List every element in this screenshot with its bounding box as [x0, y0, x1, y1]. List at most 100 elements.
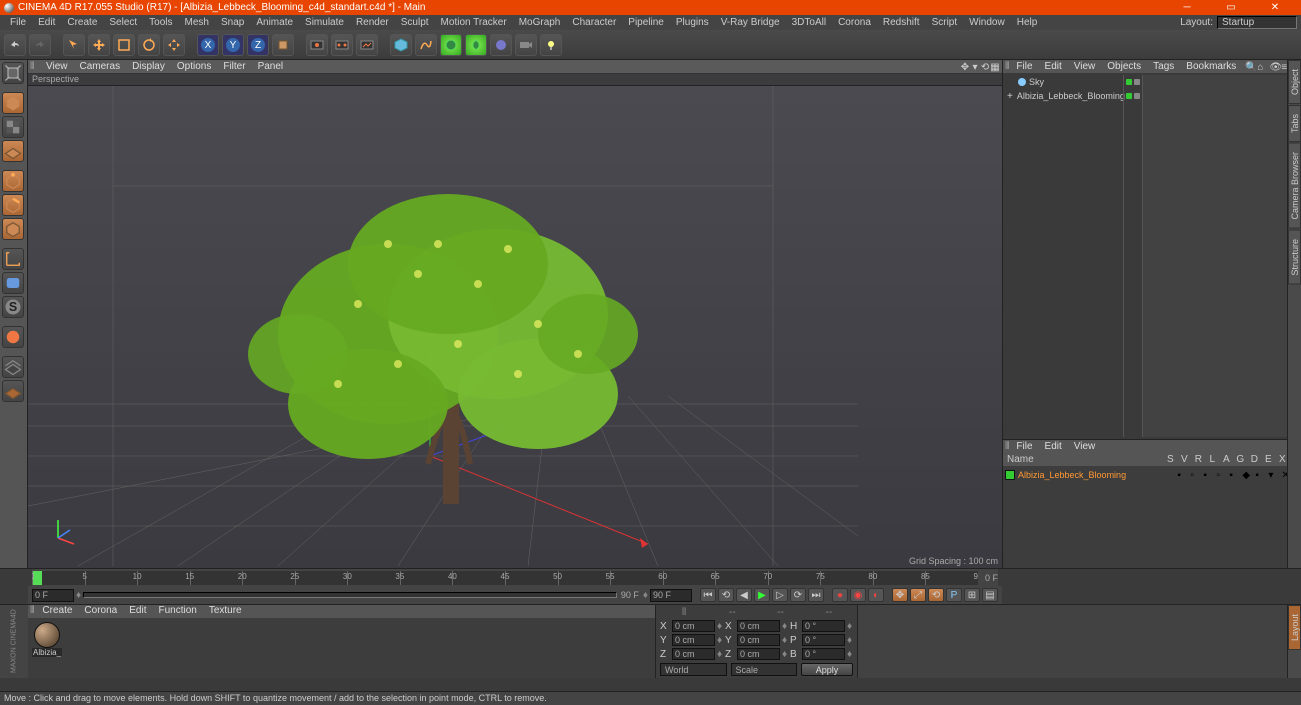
render-dot-icon[interactable] [1134, 79, 1140, 85]
coord-mode-select[interactable]: World [660, 663, 727, 676]
vp-menu-view[interactable]: View [40, 61, 74, 72]
attr-grip-icon[interactable]: ⦀ [1005, 441, 1009, 452]
vtab-object[interactable]: Object [1288, 60, 1301, 104]
deformer-button[interactable] [465, 34, 487, 56]
viewport-grip-icon[interactable]: ⦀ [30, 61, 40, 72]
next-key-button[interactable]: ⟳ [790, 588, 806, 602]
autokey-button[interactable]: ◉ [850, 588, 866, 602]
vtab-content-browser[interactable]: Camera Browser [1288, 143, 1301, 229]
menu-create[interactable]: Create [61, 17, 103, 28]
mat-menu-edit[interactable]: Edit [123, 605, 152, 618]
close-button[interactable]: ✕ [1253, 0, 1297, 15]
render-dot-icon[interactable] [1134, 93, 1140, 99]
menu-edit[interactable]: Edit [32, 17, 61, 28]
obj-menu-edit[interactable]: Edit [1040, 61, 1067, 72]
vp-nav-toggle-icon[interactable]: ▦ [990, 62, 1000, 72]
obj-menu-objects[interactable]: Objects [1102, 61, 1146, 72]
attr-col-d[interactable]: D [1247, 454, 1261, 465]
vtab-structure[interactable]: Structure [1288, 230, 1301, 285]
key-scale-button[interactable]: ⤢ [910, 588, 926, 602]
tree-expand-icon[interactable]: + [1007, 91, 1013, 102]
attr-col-g[interactable]: G [1233, 454, 1247, 465]
lock-icon[interactable]: ▪ [1229, 470, 1239, 480]
mat-menu-corona[interactable]: Corona [78, 605, 123, 618]
key-pla-button[interactable]: ⊞ [964, 588, 980, 602]
rotate-button[interactable] [138, 34, 160, 56]
vp-menu-display[interactable]: Display [126, 61, 171, 72]
vtab-tabs[interactable]: Tabs [1288, 105, 1301, 142]
planar-workplane-button[interactable] [2, 380, 24, 402]
deform-icon[interactable]: ▾ [1268, 470, 1278, 480]
layer-row[interactable]: Albizia_Lebbeck_Blooming ▪ ▫ ▪ ▫ ▪ ◆ ▪ ▾… [1005, 468, 1291, 482]
menu-file[interactable]: File [4, 17, 32, 28]
menu-redshift[interactable]: Redshift [877, 17, 926, 28]
menu-vray-bridge[interactable]: V-Ray Bridge [715, 17, 786, 28]
goto-start-button[interactable]: ⏮ [700, 588, 716, 602]
vp-nav-move-icon[interactable]: ✥ [960, 62, 970, 72]
last-tool-button[interactable] [163, 34, 185, 56]
attr-col-name[interactable]: Name [1007, 454, 1163, 465]
obj-eye-icon[interactable]: 👁 [1269, 62, 1279, 72]
model-mode-button[interactable] [2, 92, 24, 114]
spinner-icon[interactable]: ♦ [782, 649, 788, 660]
mat-grip-icon[interactable]: ⦀ [28, 605, 36, 618]
goto-end-button[interactable]: ⏭ [808, 588, 824, 602]
objects-grip-icon[interactable]: ⦀ [1005, 61, 1009, 72]
frame-end-input[interactable] [650, 589, 692, 602]
menu-render[interactable]: Render [350, 17, 395, 28]
vp-menu-filter[interactable]: Filter [217, 61, 251, 72]
generator-button[interactable] [440, 34, 462, 56]
menu-plugins[interactable]: Plugins [670, 17, 715, 28]
key-rot-button[interactable]: ⟲ [928, 588, 944, 602]
menu-animate[interactable]: Animate [250, 17, 299, 28]
mat-menu-function[interactable]: Function [152, 605, 202, 618]
attr-col-v[interactable]: V [1177, 454, 1191, 465]
attr-col-r[interactable]: R [1191, 454, 1205, 465]
keyframe-sel-button[interactable]: ◐ [868, 588, 884, 602]
mat-menu-texture[interactable]: Texture [203, 605, 248, 618]
anim-icon[interactable]: ◆ [1242, 470, 1252, 480]
attr-col-e[interactable]: E [1261, 454, 1275, 465]
vtab-layout[interactable]: Layout [1288, 605, 1301, 650]
play-button[interactable]: ▶ [754, 588, 770, 602]
coord-rot-h-input[interactable]: 0 ° [802, 620, 845, 632]
menu-corona[interactable]: Corona [832, 17, 877, 28]
coord-apply-button[interactable]: Apply [801, 663, 853, 676]
spinner-icon[interactable]: ♦ [717, 649, 723, 660]
render-view-button[interactable] [306, 34, 328, 56]
menu-snap[interactable]: Snap [215, 17, 250, 28]
menu-sculpt[interactable]: Sculpt [395, 17, 435, 28]
coord-system-button[interactable] [272, 34, 294, 56]
timeline-ruler[interactable]: 051015202530354045505560657075808590 [32, 571, 978, 585]
tag-row[interactable] [1126, 89, 1140, 103]
attr-col-a[interactable]: A [1219, 454, 1233, 465]
light-button[interactable] [540, 34, 562, 56]
minimize-button[interactable]: ─ [1165, 0, 1209, 15]
viewport[interactable]: Grid Spacing : 100 cm [28, 86, 1002, 568]
menu-pipeline[interactable]: Pipeline [622, 17, 670, 28]
polygon-mode-button[interactable] [2, 218, 24, 240]
spinner-icon[interactable]: ♦ [717, 621, 723, 632]
menu-character[interactable]: Character [566, 17, 622, 28]
maximize-button[interactable]: ▭ [1209, 0, 1253, 15]
attr-col-s[interactable]: S [1163, 454, 1177, 465]
coord-rot-b-input[interactable]: 0 ° [802, 648, 845, 660]
key-opts-button[interactable]: ▤ [982, 588, 998, 602]
visibility-dot-icon[interactable] [1126, 93, 1132, 99]
spline-button[interactable] [415, 34, 437, 56]
key-param-button[interactable]: P [946, 588, 962, 602]
point-mode-button[interactable] [2, 170, 24, 192]
obj-menu-bookmarks[interactable]: Bookmarks [1181, 61, 1241, 72]
obj-home-icon[interactable]: ⌂ [1257, 62, 1267, 72]
make-editable-button[interactable] [2, 62, 24, 84]
scale-button[interactable] [113, 34, 135, 56]
x-axis-button[interactable]: X [197, 34, 219, 56]
prev-frame-button[interactable]: ◀ [736, 588, 752, 602]
workplane-mode-button[interactable] [2, 140, 24, 162]
z-axis-button[interactable]: Z [247, 34, 269, 56]
obj-menu-file[interactable]: File [1011, 61, 1037, 72]
vp-menu-panel[interactable]: Panel [252, 61, 290, 72]
menu-help[interactable]: Help [1011, 17, 1044, 28]
material-thumb[interactable]: Albizia_ [32, 622, 62, 657]
layout-select[interactable]: Startup [1217, 16, 1297, 29]
